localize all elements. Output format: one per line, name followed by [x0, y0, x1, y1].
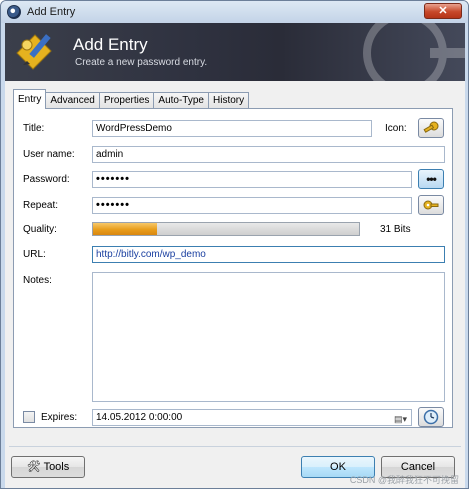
password-generator-button[interactable]: [418, 195, 444, 215]
app-icon: [7, 5, 21, 19]
tools-button-label: Tools: [43, 461, 70, 473]
key-pen-icon: [16, 34, 52, 70]
url-input[interactable]: http://bitly.com/wp_demo: [92, 246, 445, 263]
key-icon: [423, 121, 439, 133]
calendar-dropdown-icon[interactable]: ▤▾: [394, 412, 407, 427]
generator-key-icon: [423, 200, 439, 210]
header-banner: Add Entry Create a new password entry.: [5, 23, 465, 81]
expires-datetime-value: 14.05.2012 0:00:00: [96, 412, 183, 423]
watermark: CSDN @我醉我狂不可挽留: [349, 475, 459, 485]
show-password-button[interactable]: •••: [418, 169, 444, 189]
title-label: Title:: [23, 123, 45, 134]
repeat-password-input[interactable]: •••••••: [92, 197, 412, 214]
button-separator: [9, 446, 461, 447]
entry-panel: Title: WordPressDemo Icon: User name: ad…: [13, 108, 453, 428]
banner-title: Add Entry: [73, 35, 148, 54]
icon-picker-button[interactable]: [418, 118, 444, 138]
url-label: URL:: [23, 249, 46, 260]
username-label: User name:: [23, 149, 75, 160]
quality-bar-fill: [93, 223, 157, 235]
clock-icon: [423, 409, 439, 425]
username-input[interactable]: admin: [92, 146, 445, 163]
expires-checkbox[interactable]: [23, 411, 35, 423]
tab-entry[interactable]: Entry: [13, 89, 47, 109]
tab-advanced[interactable]: Advanced: [45, 92, 100, 109]
notes-textarea[interactable]: [92, 272, 445, 402]
title-input[interactable]: WordPressDemo: [92, 120, 372, 137]
repeat-label: Repeat:: [23, 200, 59, 211]
tab-auto-type[interactable]: Auto-Type: [153, 92, 209, 109]
tools-button[interactable]: 🛠 Tools: [11, 456, 85, 478]
add-entry-dialog: Add Entry ✕ Add Entry Create a new passw…: [0, 0, 469, 489]
expiry-presets-button[interactable]: [418, 407, 444, 427]
expires-label[interactable]: Expires:: [41, 412, 77, 423]
tab-properties[interactable]: Properties: [98, 92, 155, 109]
dots-icon: •••: [426, 172, 437, 186]
quality-bar: [92, 222, 360, 236]
expires-datetime-field[interactable]: 14.05.2012 0:00:00 ▤▾: [92, 409, 412, 426]
dialog-body: Entry Advanced Properties Auto-Type Hist…: [5, 81, 465, 488]
banner-subtitle: Create a new password entry.: [75, 57, 208, 68]
banner-decoration: [363, 23, 465, 81]
password-label: Password:: [23, 174, 70, 185]
tab-strip: Entry Advanced Properties Auto-Type Hist…: [13, 89, 250, 109]
password-input[interactable]: •••••••: [92, 171, 412, 188]
wrench-icon: 🛠: [26, 461, 41, 473]
quality-bits: 31 Bits: [380, 224, 411, 235]
window-title: Add Entry: [27, 6, 76, 18]
quality-label: Quality:: [23, 224, 57, 235]
icon-label: Icon:: [385, 123, 407, 134]
title-bar: Add Entry ✕: [1, 1, 468, 23]
tab-history[interactable]: History: [208, 92, 250, 109]
notes-label: Notes:: [23, 275, 52, 286]
close-button[interactable]: ✕: [424, 3, 462, 19]
